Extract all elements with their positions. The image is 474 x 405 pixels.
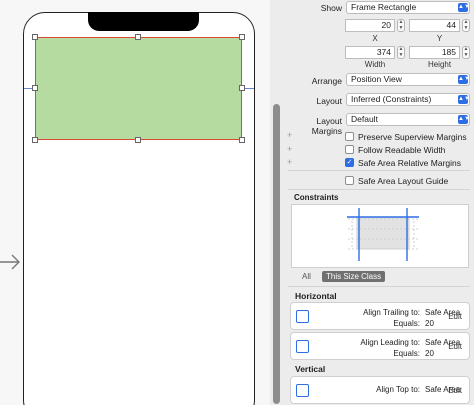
storyboard-canvas[interactable] (0, 0, 270, 405)
safe-area-relative-margins-checkbox[interactable]: ✓ (345, 158, 354, 167)
follow-readable-width-checkbox[interactable] (345, 145, 354, 154)
chevron-updown-icon: ▲▼ (458, 75, 470, 84)
y-field[interactable]: 44 (409, 19, 460, 32)
edit-constraint-button[interactable]: Edit (448, 312, 462, 321)
resize-handle-bottom-left[interactable] (32, 137, 38, 143)
constraint-equals-label: Equals: (393, 349, 420, 358)
layout-value: Inferred (Constraints) (351, 94, 432, 104)
horizontal-section-title: Horizontal (295, 291, 337, 301)
constraints-diagram-graphic (347, 208, 419, 261)
constraint-equals-label: Equals: (393, 319, 420, 328)
constraints-title: Constraints (294, 193, 339, 202)
show-value: Frame Rectangle (351, 2, 417, 12)
layout-margins-popup[interactable]: Default ▲▼ (346, 113, 470, 126)
layout-label: Layout (316, 96, 342, 106)
height-label: Height (427, 60, 452, 69)
preserve-superview-margins-checkbox[interactable] (345, 132, 354, 141)
size-class-this-tab[interactable]: This Size Class (322, 271, 386, 282)
resize-handle-top-right[interactable] (239, 34, 245, 40)
edit-constraint-button[interactable]: Edit (448, 342, 462, 351)
divider (288, 170, 470, 171)
width-label: Width (364, 60, 386, 69)
x-stepper[interactable]: ▲ ▼ (397, 19, 405, 32)
size-inspector: Show Frame Rectangle ▲▼ 20 ▲ ▼ X 44 ▲ ▼ Y … (284, 0, 474, 405)
preserve-superview-margins-label: Preserve Superview Margins (358, 132, 467, 142)
resize-handle-right[interactable] (239, 85, 245, 91)
resize-handle-top-left[interactable] (32, 34, 38, 40)
divider (288, 189, 470, 190)
constraint-align-icon (296, 310, 309, 323)
constraint-constant: 20 (425, 319, 434, 328)
plus-icon[interactable]: + (287, 130, 292, 140)
layout-margins-value: Default (351, 114, 378, 124)
constraint-constant: 20 (425, 349, 434, 358)
width-field[interactable]: 374 (345, 46, 395, 59)
chevron-updown-icon: ▲▼ (458, 3, 470, 12)
inspector-scrollbar-thumb[interactable] (273, 104, 280, 404)
safe-area-layout-guide-checkbox[interactable] (345, 176, 354, 185)
divider (288, 286, 470, 287)
chevron-updown-icon: ▲▼ (458, 115, 470, 124)
edit-constraint-button[interactable]: Edit (448, 386, 462, 395)
height-stepper[interactable]: ▲ ▼ (462, 46, 470, 59)
constraint-relation: Align Leading to: (360, 338, 420, 347)
constraint-align-icon (296, 340, 309, 353)
show-popup[interactable]: Frame Rectangle ▲▼ (346, 1, 470, 14)
selected-view[interactable] (35, 37, 242, 140)
size-class-all-tab[interactable]: All (302, 272, 311, 281)
top-constraint-card[interactable]: Align Top to: Safe Area Edit (290, 376, 470, 404)
trailing-constraint-card[interactable]: Align Trailing to: Safe Area Equals: 20 … (290, 302, 470, 330)
y-stepper[interactable]: ▲ ▼ (462, 19, 470, 32)
arrange-value: Position View (351, 74, 402, 84)
chevron-updown-icon: ▲▼ (458, 95, 470, 104)
constraints-diagram[interactable] (291, 204, 469, 268)
constraint-align-icon (296, 384, 309, 397)
height-field[interactable]: 185 (409, 46, 460, 59)
safe-area-layout-guide-label: Safe Area Layout Guide (358, 176, 449, 186)
resize-handle-top[interactable] (135, 34, 141, 40)
x-field[interactable]: 20 (345, 19, 395, 32)
constraint-relation: Align Trailing to: (363, 308, 420, 317)
arrow-right-icon (0, 254, 20, 270)
safe-area-relative-margins-label: Safe Area Relative Margins (358, 158, 461, 168)
x-label: X (372, 34, 378, 43)
constraint-relation: Align Top to: (376, 385, 420, 394)
device-notch (88, 12, 199, 31)
resize-handle-left[interactable] (32, 85, 38, 91)
arrange-popup[interactable]: Position View ▲▼ (346, 73, 470, 86)
width-stepper[interactable]: ▲ ▼ (397, 46, 405, 59)
layout-margins-label: Layout Margins (311, 116, 342, 136)
leading-constraint-card[interactable]: Align Leading to: Safe Area Equals: 20 E… (290, 332, 470, 360)
follow-readable-width-label: Follow Readable Width (358, 145, 446, 155)
layout-popup[interactable]: Inferred (Constraints) ▲▼ (346, 93, 470, 106)
resize-handle-bottom[interactable] (135, 137, 141, 143)
y-label: Y (436, 34, 443, 43)
resize-handle-bottom-right[interactable] (239, 137, 245, 143)
plus-icon[interactable]: + (287, 157, 292, 167)
arrange-label: Arrange (311, 76, 342, 86)
show-label: Show (320, 3, 342, 13)
plus-icon[interactable]: + (287, 144, 292, 154)
vertical-section-title: Vertical (295, 364, 326, 374)
